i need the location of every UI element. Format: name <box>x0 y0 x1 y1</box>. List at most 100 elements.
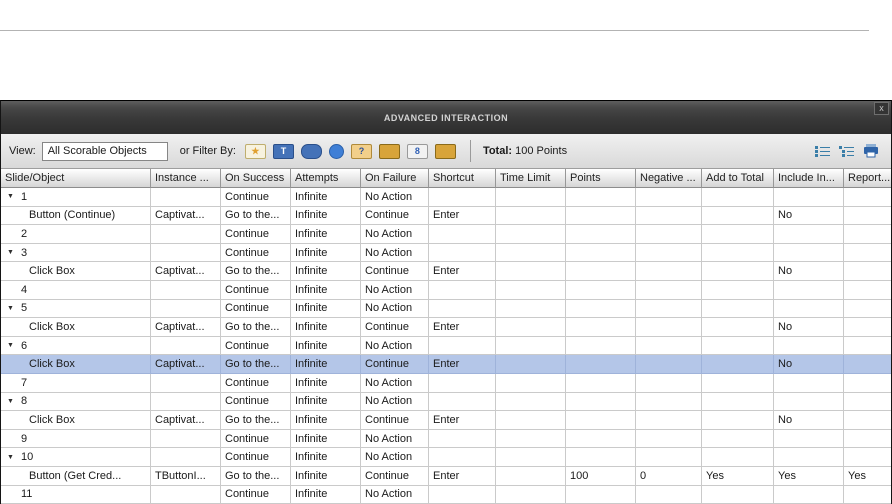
table-row[interactable]: Click Box Captivat... Go to the... Infinite… <box>1 262 891 281</box>
table-row[interactable]: 4 Continue Infinite No Action <box>1 280 891 300</box>
table-row[interactable]: 2 Continue Infinite No Action <box>1 225 891 244</box>
total-value: 100 Points <box>515 145 568 157</box>
table-row[interactable]: Button (Continue) Captivat... Go to the...… <box>1 206 891 226</box>
table-row[interactable]: Button (Get Cred... TButtonI... Go to the.… <box>1 466 891 486</box>
cell-include-in-quiz <box>774 336 844 356</box>
cell-on-success: Continue <box>221 280 291 300</box>
table-row[interactable]: ▼ 5 Continue Infinite No Action <box>1 299 891 319</box>
button-filter-icon[interactable] <box>300 143 322 159</box>
cell-include-in-quiz <box>774 299 844 319</box>
cell-shortcut <box>429 188 496 207</box>
column-header-add-to-total[interactable]: Add to Total <box>702 169 774 188</box>
total-points: Total: 100 Points <box>483 145 567 157</box>
table-row[interactable]: Click Box Captivat... Go to the... Infinite… <box>1 411 891 430</box>
text-entry-box-filter-icon[interactable]: T <box>272 143 294 159</box>
cell-points <box>566 262 636 281</box>
cell-include-in-quiz: No <box>774 355 844 374</box>
collapse-all-icon[interactable] <box>815 145 830 158</box>
table-row[interactable]: ▼ 1 Continue Infinite No Action <box>1 188 891 207</box>
cell-on-success: Continue <box>221 299 291 319</box>
cell-include-in-quiz <box>774 429 844 449</box>
table-row[interactable]: 11 Continue Infinite No Action <box>1 485 891 504</box>
cell-attempts: Infinite <box>291 318 361 337</box>
table-row[interactable]: 9 Continue Infinite No Action <box>1 429 891 449</box>
link-filter-icon[interactable]: 8 <box>406 143 428 159</box>
cell-shortcut <box>429 299 496 319</box>
cell-shortcut <box>429 243 496 263</box>
table-row[interactable]: 7 Continue Infinite No Action <box>1 373 891 393</box>
expand-triangle-icon[interactable]: ▼ <box>5 193 21 200</box>
widget-filter-icon[interactable] <box>328 143 344 159</box>
cell-report-answers <box>844 336 891 356</box>
cell-negative-points <box>636 225 702 244</box>
column-header-on-failure[interactable]: On Failure <box>361 169 429 188</box>
table-row[interactable]: ▼ 3 Continue Infinite No Action <box>1 243 891 263</box>
cell-shortcut <box>429 485 496 504</box>
table-row[interactable]: Click Box Captivat... Go to the... Infinite… <box>1 318 891 337</box>
cell-add-to-total <box>702 206 774 226</box>
expand-triangle-icon[interactable]: ▼ <box>5 454 21 461</box>
close-button[interactable]: x <box>874 102 889 115</box>
scored-object-filter-icon[interactable] <box>378 143 400 159</box>
expand-triangle-icon[interactable]: ▼ <box>5 342 21 349</box>
expand-all-icon[interactable] <box>839 145 854 158</box>
table-row[interactable]: ▼ 8 Continue Infinite No Action <box>1 392 891 412</box>
column-header-time-limit[interactable]: Time Limit <box>496 169 566 188</box>
column-header-negative-points[interactable]: Negative ... <box>636 169 702 188</box>
cell-on-failure: Continue <box>361 318 429 337</box>
table-row[interactable]: ▼ 6 Continue Infinite No Action <box>1 336 891 356</box>
cell-attempts: Infinite <box>291 485 361 504</box>
cell-negative-points <box>636 299 702 319</box>
cell-include-in-quiz <box>774 243 844 263</box>
table-row[interactable]: ▼ 10 Continue Infinite No Action <box>1 448 891 467</box>
cell-time-limit <box>496 355 566 374</box>
cell-report-answers <box>844 485 891 504</box>
cell-points: 100 <box>566 466 636 486</box>
cell-slide-object: Button (Continue) <box>1 206 151 226</box>
column-header-report-answers[interactable]: Report... <box>844 169 891 188</box>
question-filter-icon[interactable]: ? <box>350 143 372 159</box>
cell-on-failure: Continue <box>361 411 429 430</box>
cell-add-to-total <box>702 411 774 430</box>
expand-triangle-icon[interactable]: ▼ <box>5 398 21 405</box>
cell-slide-object: Click Box <box>1 355 151 374</box>
dialog-titlebar[interactable]: ADVANCED INTERACTION x <box>1 101 891 134</box>
click-box-filter-icon[interactable]: ★ <box>244 143 266 159</box>
column-header-shortcut[interactable]: Shortcut <box>429 169 496 188</box>
cell-shortcut: Enter <box>429 355 496 374</box>
cell-include-in-quiz: No <box>774 262 844 281</box>
slide-label: 4 <box>21 283 28 296</box>
cell-slide-object: ▼ 6 <box>1 336 151 356</box>
cell-instance-name <box>151 485 221 504</box>
cell-add-to-total <box>702 299 774 319</box>
column-header-points[interactable]: Points <box>566 169 636 188</box>
cell-time-limit <box>496 280 566 300</box>
column-header-instance-name[interactable]: Instance ... <box>151 169 221 188</box>
column-header-attempts[interactable]: Attempts <box>291 169 361 188</box>
cell-include-in-quiz <box>774 280 844 300</box>
cell-on-success: Continue <box>221 448 291 467</box>
object-label: Button (Continue) <box>29 209 116 222</box>
cell-on-success: Go to the... <box>221 206 291 226</box>
grid-body: ▼ 1 Continue Infinite No Action Button (Conti… <box>1 188 891 504</box>
print-icon[interactable] <box>863 144 879 158</box>
cell-on-failure: Continue <box>361 262 429 281</box>
cell-on-failure: No Action <box>361 448 429 467</box>
slide-label: 10 <box>21 451 34 464</box>
table-row[interactable]: Click Box Captivat... Go to the... Infinite… <box>1 355 891 374</box>
cell-shortcut: Enter <box>429 318 496 337</box>
other-scorable-filter-icon[interactable] <box>434 143 456 159</box>
cell-add-to-total <box>702 225 774 244</box>
view-select[interactable]: All Scorable Objects <box>41 141 168 161</box>
column-header-slide-object[interactable]: Slide/Object <box>1 169 151 188</box>
column-header-on-success[interactable]: On Success <box>221 169 291 188</box>
cell-on-failure: Continue <box>361 355 429 374</box>
cell-on-success: Continue <box>221 485 291 504</box>
column-header-include-in-quiz[interactable]: Include In... <box>774 169 844 188</box>
toolbar-separator <box>469 140 471 162</box>
expand-triangle-icon[interactable]: ▼ <box>5 305 21 312</box>
cell-slide-object: ▼ 3 <box>1 243 151 263</box>
cell-shortcut <box>429 280 496 300</box>
expand-triangle-icon[interactable]: ▼ <box>5 249 21 256</box>
cell-instance-name <box>151 225 221 244</box>
